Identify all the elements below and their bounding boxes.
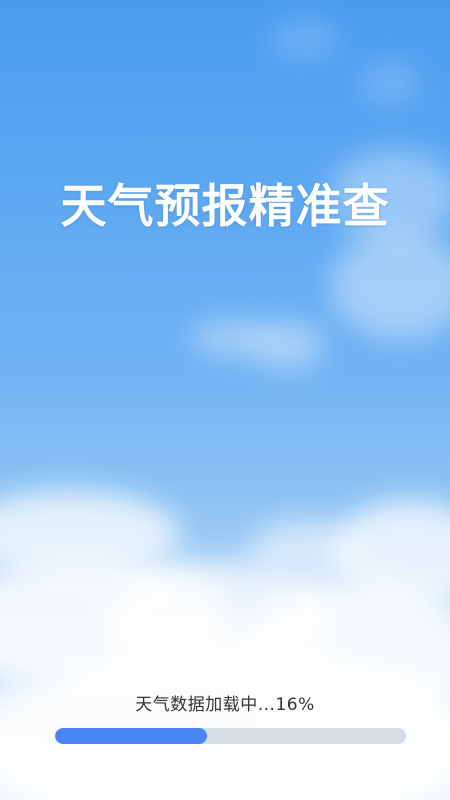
loading-progress-fill bbox=[55, 728, 207, 744]
loading-progress-bar bbox=[55, 728, 406, 744]
loading-percent: 16% bbox=[275, 695, 315, 715]
splash-screen: 天气预报精准查 天气数据加载中...16% bbox=[0, 0, 450, 800]
cumulus-clouds-background bbox=[0, 0, 450, 800]
loading-status: 天气数据加载中...16% bbox=[0, 690, 450, 715]
loading-status-label: 天气数据加载中... bbox=[135, 695, 276, 715]
app-title: 天气预报精准查 bbox=[60, 179, 390, 233]
cloud bbox=[0, 650, 450, 800]
